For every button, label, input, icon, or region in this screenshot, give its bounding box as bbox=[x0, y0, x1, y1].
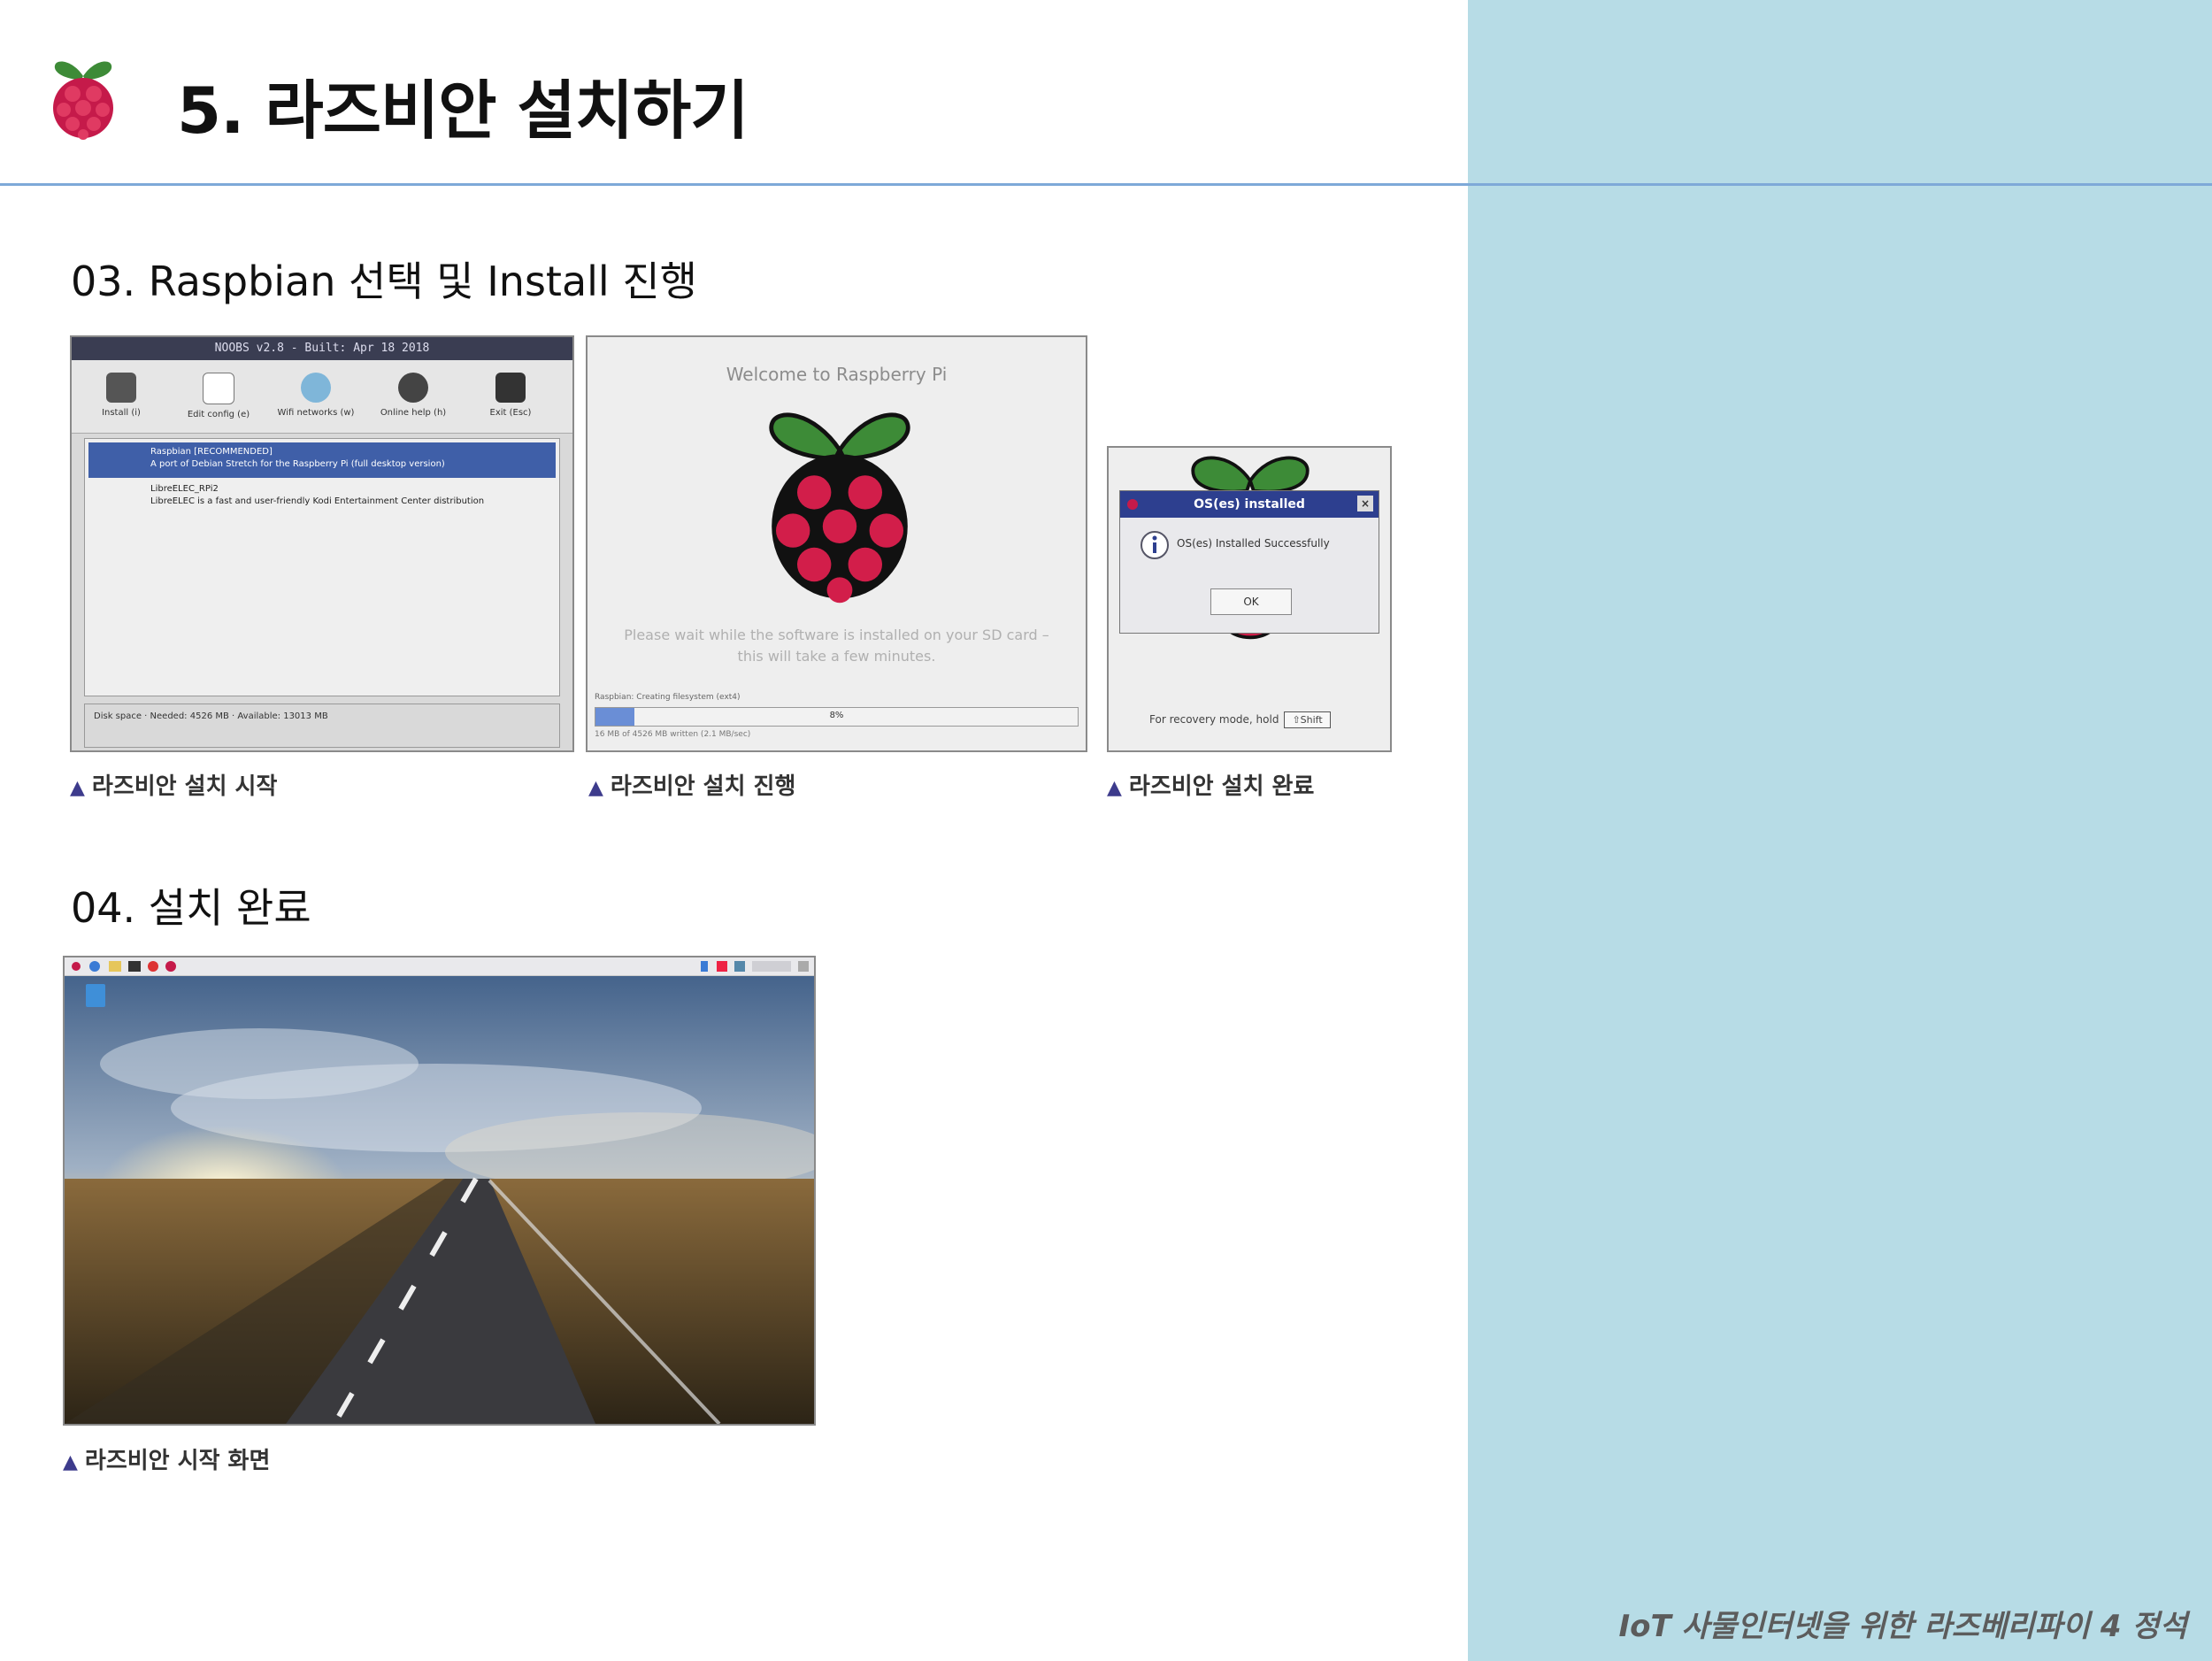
install-wait-message: Please wait while the software is instal… bbox=[624, 627, 1049, 665]
raspberry-menu-icon[interactable] bbox=[72, 962, 81, 971]
installed-screenshot: OS(es) installed × OS(es) Installed Succ… bbox=[1107, 446, 1392, 752]
eject-icon[interactable] bbox=[798, 961, 809, 972]
progress-label: Raspbian: Creating filesystem (ext4) bbox=[595, 693, 741, 702]
os-row-libreelec: LibreELEC_RPi2 LibreELEC is a fast and us… bbox=[150, 484, 485, 506]
desktop-screenshot bbox=[63, 956, 816, 1426]
info-icon bbox=[1141, 531, 1169, 559]
caption-install-start: ▲ 라즈비안 설치 시작 bbox=[70, 773, 278, 800]
browser-icon[interactable] bbox=[89, 961, 100, 972]
raspberry-pi-logo-icon bbox=[53, 61, 113, 140]
network-icon[interactable] bbox=[717, 961, 727, 972]
progress-detail: 16 MB of 4526 MB written (2.1 MB/sec) bbox=[595, 730, 751, 739]
close-icon[interactable]: × bbox=[1357, 496, 1373, 511]
ok-button[interactable]: OK bbox=[1210, 588, 1292, 615]
caption-install-progress: ▲ 라즈비안 설치 진행 bbox=[588, 773, 796, 800]
noobs-os-list: Raspbian [RECOMMENDED] A port of Debian S… bbox=[84, 438, 560, 696]
caption-desktop: ▲ 라즈비안 시작 화면 bbox=[63, 1448, 271, 1474]
progress-percent: 8% bbox=[829, 711, 844, 720]
raspberry-icon bbox=[1127, 499, 1138, 510]
trash-icon[interactable] bbox=[86, 984, 105, 1007]
noobs-wifi-tool: Wifi networks (w) bbox=[272, 365, 360, 418]
desktop-wallpaper bbox=[65, 957, 814, 1424]
dialog-title: OS(es) installed × bbox=[1120, 491, 1379, 518]
dialog-message: OS(es) Installed Successfully bbox=[1177, 537, 1330, 550]
step-title-select-install: 03. Raspbian 선택 및 Install 진행 bbox=[71, 258, 697, 305]
wolfram-icon[interactable] bbox=[165, 961, 176, 972]
taskbar bbox=[65, 957, 814, 976]
noobs-exit-tool: Exit (Esc) bbox=[466, 365, 555, 418]
terminal-icon[interactable] bbox=[128, 961, 141, 972]
volume-icon[interactable] bbox=[734, 961, 745, 972]
noobs-online-help-tool: Online help (h) bbox=[369, 365, 457, 418]
caption-install-done: ▲ 라즈비안 설치 완료 bbox=[1107, 773, 1315, 800]
noobs-title-bar: NOOBS v2.8 - Built: Apr 18 2018 bbox=[72, 337, 572, 360]
welcome-title: Welcome to Raspberry Pi bbox=[726, 364, 948, 385]
mathematica-icon[interactable] bbox=[148, 961, 158, 972]
installed-dialog: OS(es) installed × OS(es) Installed Succ… bbox=[1119, 490, 1379, 634]
install-progress-bar: 8% bbox=[595, 707, 1079, 727]
welcome-screenshot: Welcome to Raspberry Pi Please wait whil… bbox=[586, 335, 1087, 752]
recovery-hint: For recovery mode, hold ⇧Shift bbox=[1149, 711, 1331, 728]
noobs-edit-config-tool: Edit config (e) bbox=[174, 365, 263, 419]
noobs-disk-space: Disk space · Needed: 4526 MB · Available… bbox=[84, 704, 560, 748]
step-title-install-complete: 04. 설치 완료 bbox=[71, 884, 311, 932]
folder-icon[interactable] bbox=[109, 961, 121, 972]
os-row-raspbian: Raspbian [RECOMMENDED] A port of Debian S… bbox=[88, 442, 556, 478]
noobs-toolbar: Install (i) Edit config (e) Wifi network… bbox=[72, 360, 572, 434]
side-panel bbox=[1468, 0, 2212, 1661]
raspberry-pi-logo-icon bbox=[769, 412, 910, 604]
shift-key: ⇧Shift bbox=[1284, 711, 1331, 728]
noobs-install-tool: Install (i) bbox=[77, 365, 165, 418]
clock bbox=[752, 961, 791, 972]
header-divider bbox=[0, 183, 2212, 186]
noobs-screenshot: NOOBS v2.8 - Built: Apr 18 2018 Install … bbox=[70, 335, 574, 752]
footer-book-title: IoT 사물인터넷을 위한 라즈베리파이 4 정석 bbox=[1618, 1609, 2187, 1644]
bluetooth-icon[interactable] bbox=[701, 961, 708, 972]
page-title: 5. 라즈비안 설치하기 bbox=[177, 73, 749, 148]
